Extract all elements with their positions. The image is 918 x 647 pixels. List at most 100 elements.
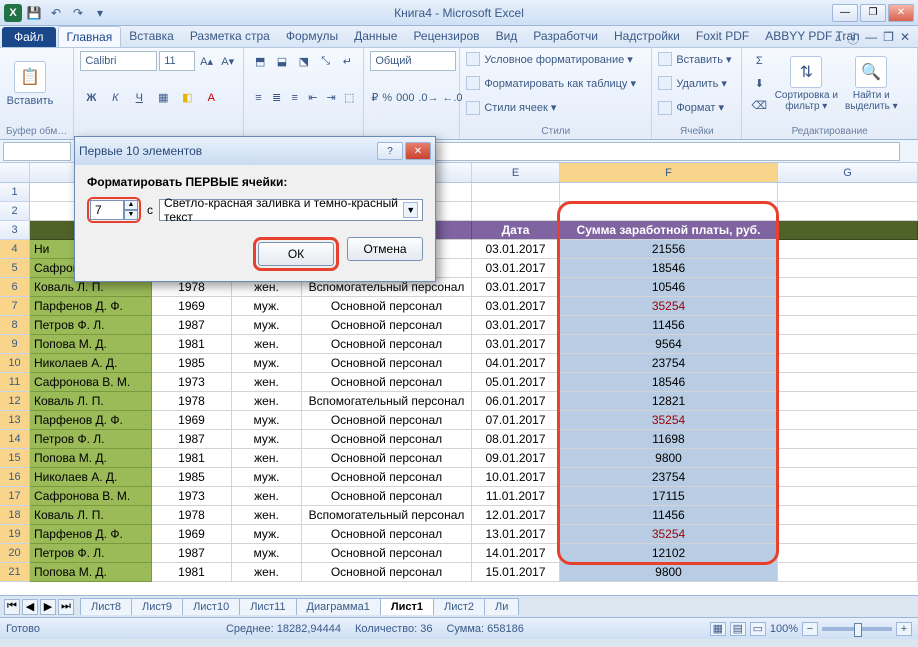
find-select-button[interactable]: 🔍 Найти и выделить ▾ — [842, 51, 900, 117]
cell[interactable]: жен. — [232, 335, 302, 354]
sheet-nav-next-icon[interactable]: ▶ — [40, 599, 56, 615]
cell[interactable]: 1985 — [152, 354, 232, 373]
cell[interactable]: 1981 — [152, 335, 232, 354]
tab-Вставка[interactable]: Вставка — [121, 26, 182, 47]
cell[interactable]: Основной персонал — [302, 449, 472, 468]
cell[interactable]: 12.01.2017 — [472, 506, 560, 525]
row-header[interactable]: 3 — [0, 221, 30, 240]
cell[interactable]: Попова М. Д. — [30, 563, 152, 582]
cell[interactable] — [778, 468, 918, 487]
sheet-tab[interactable]: Лист8 — [80, 598, 132, 615]
cell[interactable]: Основной персонал — [302, 335, 472, 354]
sheet-tab[interactable]: Лист11 — [239, 598, 296, 615]
comma-icon[interactable]: 000 — [395, 88, 415, 108]
restore-button[interactable]: ❐ — [860, 4, 886, 22]
row-header[interactable]: 18 — [0, 506, 30, 525]
cell[interactable] — [778, 335, 918, 354]
sheet-tab[interactable]: Лист9 — [131, 598, 183, 615]
cell[interactable] — [778, 278, 918, 297]
cell[interactable]: Вспомогательный персонал — [302, 506, 472, 525]
orientation-icon[interactable]: ⤡ — [316, 51, 336, 71]
cell[interactable]: 12102 — [560, 544, 778, 563]
underline-icon[interactable]: Ч — [128, 88, 150, 108]
cell[interactable]: жен. — [232, 449, 302, 468]
format-as-table-button[interactable]: Форматировать как таблицу ▾ — [466, 75, 645, 91]
cell[interactable]: 11456 — [560, 506, 778, 525]
cell[interactable] — [778, 297, 918, 316]
cell[interactable]: муж. — [232, 430, 302, 449]
ok-button[interactable]: ОК — [258, 242, 334, 266]
mdi-restore-icon[interactable]: ❐ — [883, 30, 894, 47]
cell[interactable] — [778, 411, 918, 430]
cell[interactable]: Сафронова В. М. — [30, 373, 152, 392]
cell[interactable]: Вспомогательный персонал — [302, 392, 472, 411]
cell[interactable]: муж. — [232, 411, 302, 430]
cell[interactable]: 1987 — [152, 316, 232, 335]
cell[interactable]: 03.01.2017 — [472, 278, 560, 297]
cell[interactable]: 1978 — [152, 506, 232, 525]
dialog-help-button[interactable]: ? — [377, 142, 403, 160]
tab-Вид[interactable]: Вид — [488, 26, 526, 47]
col-header-E[interactable]: E — [472, 163, 560, 182]
merge-icon[interactable]: ⬚ — [341, 88, 357, 108]
cell[interactable] — [778, 487, 918, 506]
cell[interactable]: 21556 — [560, 240, 778, 259]
format-combo[interactable]: Светло-красная заливка и темно-красный т… — [159, 199, 423, 221]
tab-Главная[interactable]: Главная — [58, 26, 122, 47]
cell[interactable]: муж. — [232, 354, 302, 373]
tab-Формулы[interactable]: Формулы — [278, 26, 346, 47]
cell[interactable]: Дата — [472, 221, 560, 240]
mdi-minimize-icon[interactable]: — — [865, 30, 877, 47]
align-bottom-icon[interactable]: ⬔ — [294, 51, 314, 71]
redo-icon[interactable]: ↷ — [68, 3, 88, 23]
cell[interactable]: Основной персонал — [302, 373, 472, 392]
cell[interactable]: Николаев А. Д. — [30, 468, 152, 487]
cell[interactable]: 03.01.2017 — [472, 335, 560, 354]
cell[interactable]: 11.01.2017 — [472, 487, 560, 506]
zoom-in-button[interactable]: + — [896, 622, 912, 636]
cell[interactable]: 1973 — [152, 373, 232, 392]
wrap-text-icon[interactable]: ↵ — [338, 51, 358, 71]
row-header[interactable]: 1 — [0, 183, 30, 202]
cell[interactable] — [472, 183, 560, 202]
cell[interactable]: 1969 — [152, 525, 232, 544]
cell[interactable] — [778, 202, 918, 221]
sheet-tab[interactable]: Лист2 — [433, 598, 485, 615]
cell[interactable]: Николаев А. Д. — [30, 354, 152, 373]
view-pagebreak-icon[interactable]: ▭ — [750, 622, 766, 636]
mdi-close-icon[interactable]: ✕ — [900, 30, 910, 47]
cell[interactable]: 03.01.2017 — [472, 240, 560, 259]
cell[interactable]: 1981 — [152, 563, 232, 582]
row-header[interactable]: 16 — [0, 468, 30, 487]
row-header[interactable]: 14 — [0, 430, 30, 449]
cell[interactable]: Основной персонал — [302, 411, 472, 430]
cell[interactable]: 1969 — [152, 297, 232, 316]
cell[interactable]: 1969 — [152, 411, 232, 430]
row-header[interactable]: 8 — [0, 316, 30, 335]
align-middle-icon[interactable]: ⬓ — [272, 51, 292, 71]
chevron-down-icon[interactable]: ▼ — [403, 202, 418, 218]
paste-button[interactable]: 📋 Вставить — [6, 51, 54, 117]
cell[interactable]: 9564 — [560, 335, 778, 354]
count-input[interactable] — [90, 200, 124, 220]
cell[interactable]: Попова М. Д. — [30, 449, 152, 468]
cell[interactable]: 07.01.2017 — [472, 411, 560, 430]
align-right-icon[interactable]: ≡ — [287, 88, 303, 108]
italic-icon[interactable]: К — [104, 88, 126, 108]
cell[interactable]: 23754 — [560, 354, 778, 373]
bold-icon[interactable]: Ж — [80, 88, 102, 108]
autosum-icon[interactable]: Σ — [748, 51, 770, 71]
tab-Рецензиров[interactable]: Рецензиров — [405, 26, 487, 47]
cell[interactable]: 03.01.2017 — [472, 316, 560, 335]
tab-Разработчи[interactable]: Разработчи — [525, 26, 606, 47]
view-normal-icon[interactable]: ▦ — [710, 622, 726, 636]
cell[interactable]: Парфенов Д. Ф. — [30, 297, 152, 316]
cell[interactable]: жен. — [232, 487, 302, 506]
cell[interactable]: Коваль Л. П. — [30, 392, 152, 411]
sheet-nav-last-icon[interactable]: ⏭ — [58, 599, 74, 615]
name-box[interactable] — [3, 142, 71, 161]
cell[interactable]: Основной персонал — [302, 544, 472, 563]
cell[interactable]: 1978 — [152, 392, 232, 411]
cell[interactable]: Попова М. Д. — [30, 335, 152, 354]
row-header[interactable]: 13 — [0, 411, 30, 430]
